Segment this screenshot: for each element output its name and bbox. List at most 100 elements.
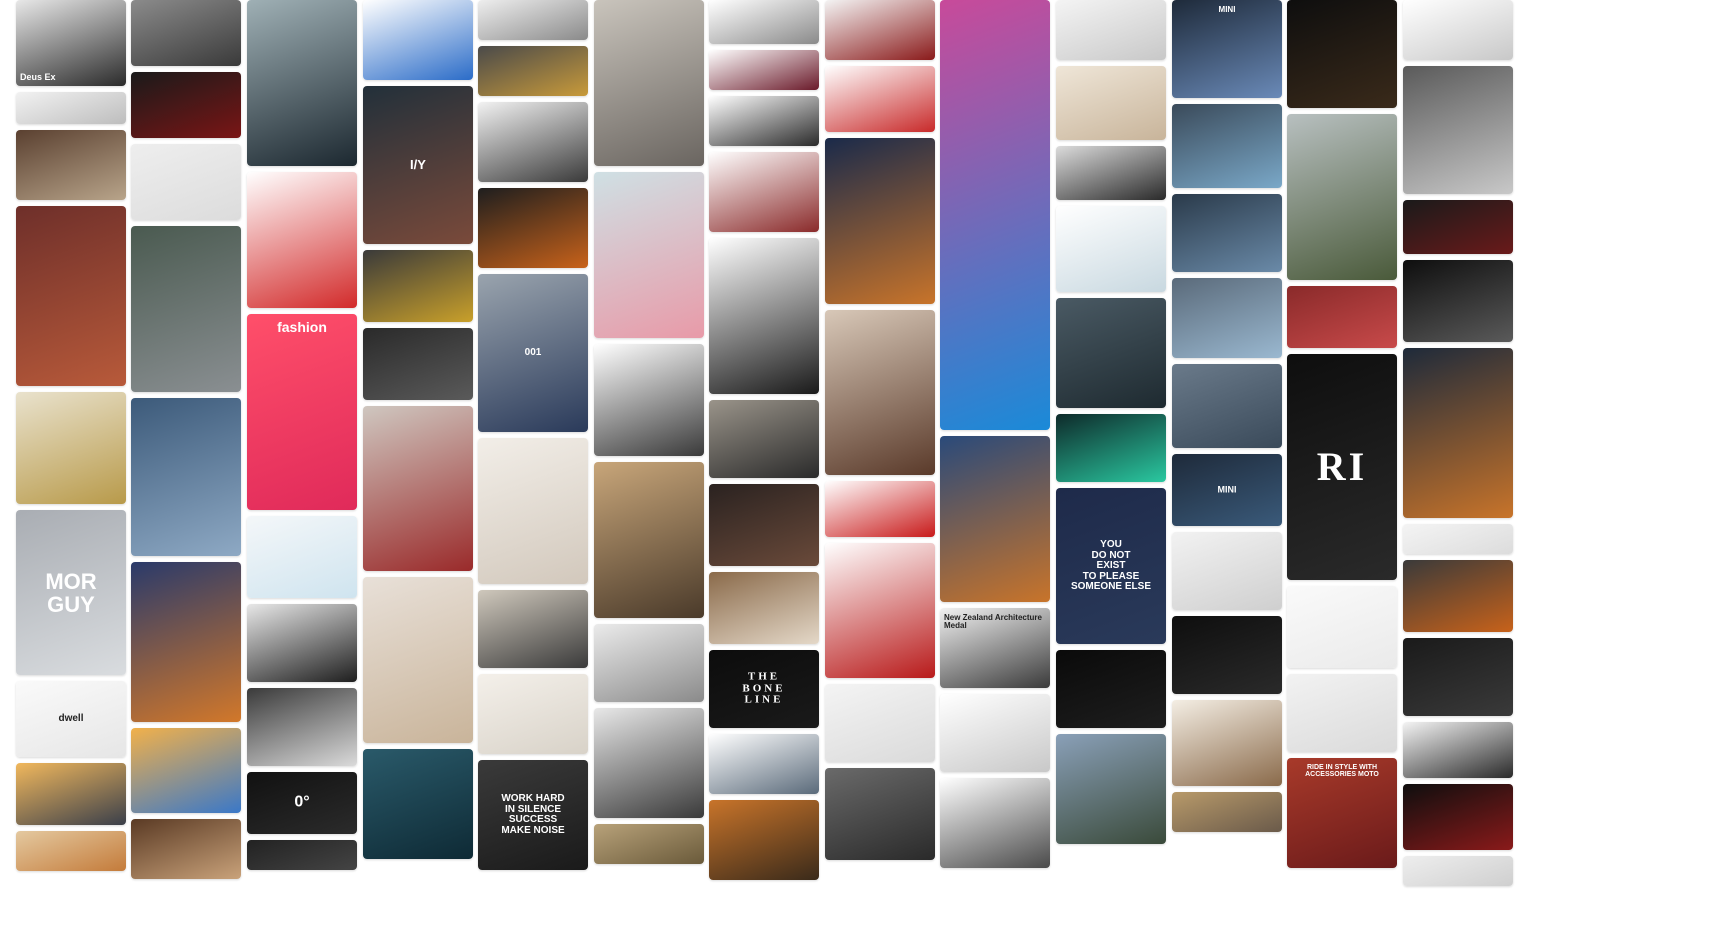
the-bone-line-tile[interactable]: THE BONE LINE — [709, 650, 819, 728]
black-gadget-tile[interactable] — [1403, 638, 1513, 716]
train-tile[interactable] — [131, 226, 241, 392]
light-card-tile[interactable] — [1403, 856, 1513, 886]
bottles-product-tile[interactable] — [1056, 0, 1166, 60]
mini-car-garage-tile[interactable]: MINI — [1172, 0, 1282, 98]
document-pages-tile[interactable] — [1403, 524, 1513, 554]
landing-page-tile[interactable] — [940, 0, 1050, 430]
glass-house-tile[interactable] — [1056, 734, 1166, 844]
multitool-tile[interactable] — [940, 778, 1050, 868]
you-do-not-exist-poster-tile[interactable]: YOU DO NOT EXIST TO PLEASE SOMEONE ELSE — [1056, 488, 1166, 644]
modern-house-tile[interactable] — [940, 436, 1050, 602]
string-art-tile[interactable] — [709, 572, 819, 644]
concept-car-sketch-tile[interactable] — [1172, 700, 1282, 786]
hot-sauce-tile[interactable] — [1287, 586, 1397, 668]
fashion-website-tile[interactable]: fashion — [247, 314, 357, 510]
top-view-car-tile[interactable]: 001 — [478, 274, 588, 432]
dark-car-sketch-tile[interactable] — [1056, 146, 1166, 200]
pc-case-tile[interactable] — [1287, 0, 1397, 108]
dark-motorcycle-tile[interactable] — [1403, 200, 1513, 254]
bicycle-tile[interactable] — [131, 0, 241, 66]
white-lion-tile[interactable] — [1056, 66, 1166, 140]
sunset-planet-tile[interactable] — [16, 763, 126, 825]
pink-hair-illustration-tile[interactable] — [594, 172, 704, 338]
bearded-man-tile[interactable] — [363, 406, 473, 571]
face-portrait-tile[interactable] — [16, 831, 126, 871]
mini-superleggera-tile[interactable]: MINI — [1172, 454, 1282, 526]
magazine-spread-tile[interactable] — [594, 624, 704, 702]
drone-sketch-tile[interactable]: Deus Ex — [16, 0, 126, 86]
orange-suv-tile[interactable] — [478, 188, 588, 268]
red-fog-figure-tile[interactable] — [1287, 286, 1397, 348]
fantasy-throne-tile[interactable] — [131, 562, 241, 722]
zero-degrees-brand-tile[interactable]: 0° — [247, 772, 357, 834]
folding-knife-tile[interactable] — [709, 400, 819, 478]
star-wars-sketch-tile[interactable] — [709, 800, 819, 880]
cat-stairs-tile[interactable] — [1056, 298, 1166, 408]
hover-car-tile[interactable] — [1403, 722, 1513, 778]
icon-pattern-tile[interactable] — [247, 516, 357, 598]
lowpoly-lion-tile[interactable] — [594, 462, 704, 618]
character-lineup-tile[interactable] — [709, 152, 819, 232]
glass-building-tile[interactable] — [131, 398, 241, 556]
moon-nebula-tile[interactable] — [825, 138, 935, 304]
aircraft-tile[interactable] — [1403, 66, 1513, 194]
bmw-sketch-tile[interactable] — [709, 734, 819, 794]
mini-convertible-tile[interactable] — [1172, 278, 1282, 358]
logo-mark-tile[interactable] — [131, 144, 241, 220]
ink-face-tile[interactable] — [709, 238, 819, 394]
red-car-render-tile[interactable] — [825, 481, 935, 537]
digital-recorder-tile[interactable] — [1403, 260, 1513, 342]
leather-tools-tile[interactable] — [709, 484, 819, 566]
audi-sketch-tile[interactable] — [594, 344, 704, 456]
ornate-typography-tile[interactable]: RI — [1287, 354, 1397, 580]
packaging-diagram-tile[interactable] — [1287, 674, 1397, 752]
car-sketch-tile[interactable] — [16, 92, 126, 124]
wine-bottles-tile[interactable] — [1056, 650, 1166, 728]
framed-prints-tile[interactable] — [478, 590, 588, 668]
mini-car-side-tile[interactable] — [1172, 194, 1282, 272]
calendar-poster-tile[interactable]: I/Y — [363, 86, 473, 244]
futuristic-bike-tile[interactable] — [825, 0, 935, 60]
silver-car-tile[interactable] — [709, 0, 819, 44]
dwell-packaging-tile[interactable]: dwell — [16, 681, 126, 757]
mini-interior-tile[interactable] — [1172, 364, 1282, 448]
nz-architecture-book-tile[interactable]: New Zealand Architecture Medal — [940, 608, 1050, 688]
wooden-house-tile[interactable] — [131, 819, 241, 879]
black-car-tile[interactable] — [709, 96, 819, 146]
bokeh-lights-tile[interactable] — [1403, 348, 1513, 518]
stationery-shapes-tile[interactable] — [478, 674, 588, 754]
volvo-truck-tile[interactable] — [1403, 0, 1513, 60]
red-racer-sketches-tile[interactable] — [247, 172, 357, 308]
bikini-woman-tile[interactable] — [594, 708, 704, 818]
vr-headset-tile[interactable] — [363, 0, 473, 80]
gold-sports-car-tile[interactable] — [478, 46, 588, 96]
yellow-truck-tile[interactable] — [363, 250, 473, 322]
jet-car-tile[interactable] — [478, 0, 588, 40]
dark-bottles-tile[interactable] — [1172, 616, 1282, 694]
motorcycle-tile[interactable] — [478, 102, 588, 182]
orange-wire-art-tile[interactable] — [1403, 560, 1513, 632]
race-car-sketch-tile[interactable] — [825, 66, 935, 132]
sketchbook-tile[interactable] — [247, 688, 357, 766]
ride-in-style-poster-tile[interactable]: RIDE IN STYLE WITH ACCESSORIES MOTO — [1287, 758, 1397, 868]
rings-tile[interactable] — [16, 130, 126, 200]
product-boxes-tile[interactable] — [825, 684, 935, 762]
flower-crown-tile[interactable] — [825, 310, 935, 475]
red-sports-car-tile[interactable] — [1403, 784, 1513, 850]
mor-guy-poster-tile[interactable]: MOR GUY — [16, 510, 126, 675]
aurora-tile[interactable] — [1056, 414, 1166, 482]
blonde-woman-tile[interactable] — [363, 577, 473, 743]
underwater-iceberg-tile[interactable] — [247, 0, 357, 166]
brochure-layout-tile[interactable] — [1172, 532, 1282, 610]
minimal-room-tile[interactable] — [478, 438, 588, 584]
interior-room-tile[interactable] — [594, 824, 704, 864]
kung-fu-sketch-tile[interactable] — [940, 694, 1050, 772]
woman-red-top-tile[interactable] — [825, 543, 935, 678]
work-hard-poster-tile[interactable]: WORK HARD IN SILENCE SUCCESS MAKE NOISE — [478, 760, 588, 870]
rope-bridge-tile[interactable] — [1287, 114, 1397, 280]
bathroom-tile[interactable] — [594, 0, 704, 166]
dark-card-tile[interactable] — [247, 840, 357, 870]
maroon-car-tile[interactable] — [709, 50, 819, 90]
dark-brochure-tile[interactable] — [247, 604, 357, 682]
watch-tile[interactable] — [363, 328, 473, 400]
